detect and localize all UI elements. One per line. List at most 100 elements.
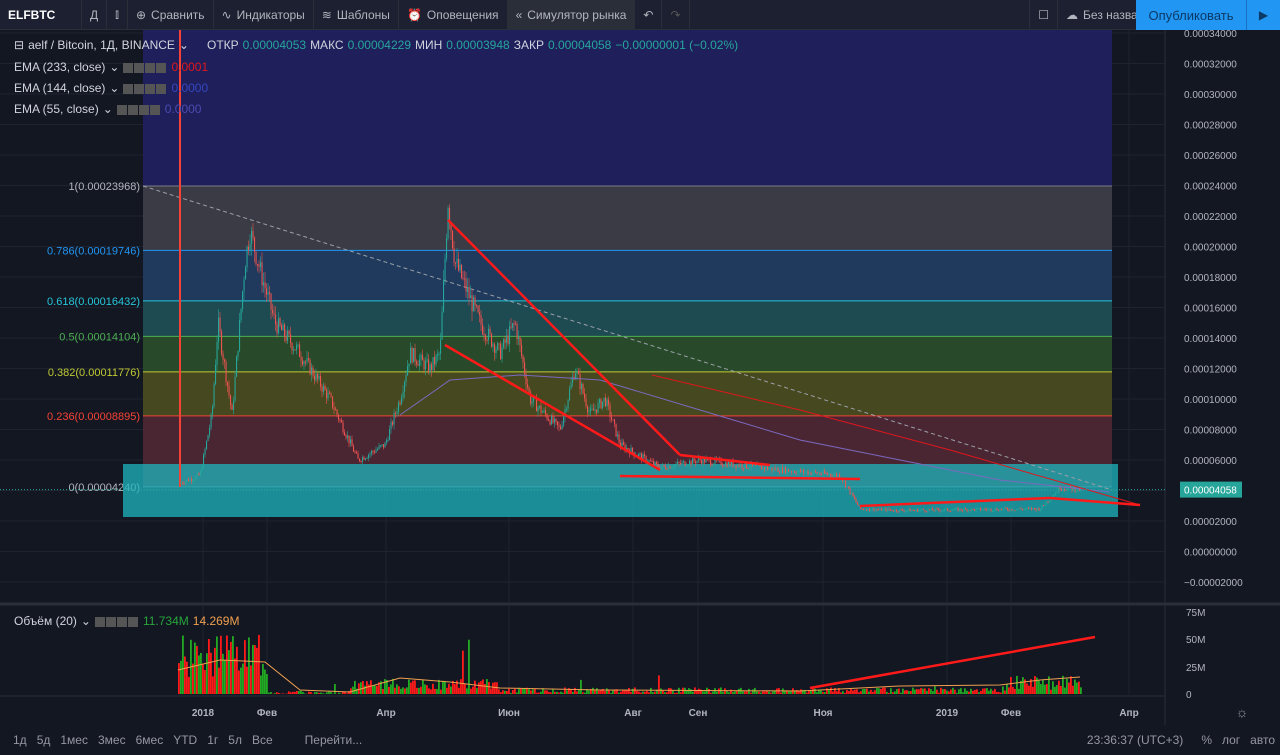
candle-body xyxy=(594,409,596,411)
volume-bar xyxy=(214,647,216,694)
candle-body xyxy=(960,508,962,511)
volume-bar xyxy=(984,688,986,694)
volume-bar xyxy=(374,685,376,694)
range-all[interactable]: Все xyxy=(247,733,278,747)
ema-controls[interactable] xyxy=(123,81,167,95)
range-3m[interactable]: 3мес xyxy=(93,733,131,747)
auto-toggle[interactable]: авто xyxy=(1245,733,1280,747)
candle-body xyxy=(999,508,1001,511)
range-1m[interactable]: 1мес xyxy=(55,733,93,747)
percent-toggle[interactable]: % xyxy=(1196,733,1217,747)
goto-button[interactable]: Перейти... xyxy=(300,733,368,747)
volume-bar xyxy=(224,659,226,694)
ema-controls[interactable] xyxy=(116,102,161,116)
ema-144-legend[interactable]: EMA (144, close) ⌄ 0.0000 xyxy=(14,81,208,95)
fullscreen-chart-button[interactable]: ☐ xyxy=(1029,0,1059,30)
candle-body xyxy=(281,325,283,331)
volume-controls[interactable] xyxy=(94,614,139,628)
templates-button[interactable]: ≋ Шаблоны xyxy=(314,0,399,30)
settings-gear-icon[interactable]: ☼ xyxy=(1236,704,1249,720)
ema-label[interactable]: EMA (233, close) xyxy=(14,60,105,74)
alerts-button[interactable]: ⏰ Оповещения xyxy=(399,0,508,30)
redo-button[interactable]: ↷ xyxy=(662,0,690,30)
range-1y[interactable]: 1г xyxy=(202,733,223,747)
volume-bar xyxy=(362,680,364,694)
volume-bar xyxy=(788,691,790,694)
candle-body xyxy=(783,467,785,473)
candle-body xyxy=(873,508,875,511)
ema-label[interactable]: EMA (55, close) xyxy=(14,102,99,116)
ema-55-legend[interactable]: EMA (55, close) ⌄ 0.0000 xyxy=(14,102,201,116)
candle-body xyxy=(302,360,304,365)
candle-body xyxy=(753,464,755,466)
volume-bar xyxy=(840,692,842,694)
main-legend: ⊟ aelf / Bitcoin, 1Д, BINANCE ⌄ ОТКР 0.000… xyxy=(14,38,738,52)
volume-bar xyxy=(346,693,348,694)
range-ytd[interactable]: YTD xyxy=(168,733,202,747)
candle-body xyxy=(1076,490,1078,492)
ema-233-legend[interactable]: EMA (233, close) ⌄ 0.0001 xyxy=(14,60,208,74)
range-6m[interactable]: 6мес xyxy=(131,733,169,747)
candle-body xyxy=(300,357,302,361)
candle-body xyxy=(692,458,694,465)
candle-body xyxy=(977,508,979,510)
candle-body xyxy=(830,474,832,476)
candle-body xyxy=(893,510,895,512)
volume-bar xyxy=(708,688,710,694)
indicators-button[interactable]: ∿ Индикаторы xyxy=(214,0,314,30)
candle-body xyxy=(1020,508,1022,510)
candle-body xyxy=(389,429,391,441)
volume-trend-line xyxy=(809,635,1096,690)
range-5d[interactable]: 5д xyxy=(32,733,56,747)
volume-bar xyxy=(1000,692,1002,694)
candle-body xyxy=(648,460,650,463)
volume-bar xyxy=(588,690,590,694)
play-button[interactable]: ▶ xyxy=(1246,0,1280,30)
volume-bar xyxy=(928,688,930,694)
volume-bar xyxy=(508,688,510,694)
collapse-icon[interactable]: ⊟ xyxy=(14,38,24,52)
price-tick-label: 0.00030000 xyxy=(1184,90,1237,101)
compare-button[interactable]: ⊕ Сравнить xyxy=(128,0,214,30)
candle-body xyxy=(269,292,271,294)
indicators-label: Индикаторы xyxy=(236,7,305,22)
symbol-search[interactable]: ELFBTC xyxy=(0,0,82,30)
range-1d[interactable]: 1д xyxy=(8,733,32,747)
log-toggle[interactable]: лог xyxy=(1217,733,1245,747)
chevron-down-icon[interactable]: ⌄ xyxy=(179,38,189,52)
volume-bar xyxy=(1042,680,1044,694)
volume-bar xyxy=(1044,684,1046,694)
candle-body xyxy=(425,361,427,370)
replay-button[interactable]: « Симулятор рынка xyxy=(507,0,636,30)
range-5y[interactable]: 5л xyxy=(223,733,247,747)
candle-body xyxy=(795,472,797,474)
candle-body xyxy=(216,341,218,365)
series-title[interactable]: aelf / Bitcoin, 1Д, BINANCE xyxy=(28,38,175,52)
volume-label[interactable]: Объём (20) xyxy=(14,614,77,628)
interval-button[interactable]: Д xyxy=(82,0,108,30)
publish-button[interactable]: Опубликовать xyxy=(1136,0,1246,30)
candle-body xyxy=(623,442,625,445)
candle-body xyxy=(410,347,412,364)
candle-body xyxy=(954,508,956,510)
ema-label[interactable]: EMA (144, close) xyxy=(14,81,105,95)
volume-bar xyxy=(638,691,640,694)
candle-style-button[interactable]: ⫾ xyxy=(107,0,128,30)
volume-bar xyxy=(628,687,630,694)
fib-level-label: 0.236(0.00008895) xyxy=(47,411,140,423)
candle-body xyxy=(836,473,838,477)
volume-bar xyxy=(250,665,252,694)
candle-body xyxy=(258,264,260,267)
candle-body xyxy=(1061,489,1063,491)
ema-controls[interactable] xyxy=(123,60,167,74)
volume-bar xyxy=(926,690,928,694)
candle-body xyxy=(209,427,211,436)
candle-body xyxy=(993,510,995,512)
candle-body xyxy=(497,343,499,350)
compare-label: Сравнить xyxy=(151,7,205,22)
volume-bar xyxy=(198,655,200,694)
undo-button[interactable]: ↶ xyxy=(635,0,663,30)
volume-bar xyxy=(644,691,646,694)
candle-body xyxy=(341,420,343,423)
volume-legend[interactable]: Объём (20) ⌄ 11.734M 14.269M xyxy=(14,614,239,628)
